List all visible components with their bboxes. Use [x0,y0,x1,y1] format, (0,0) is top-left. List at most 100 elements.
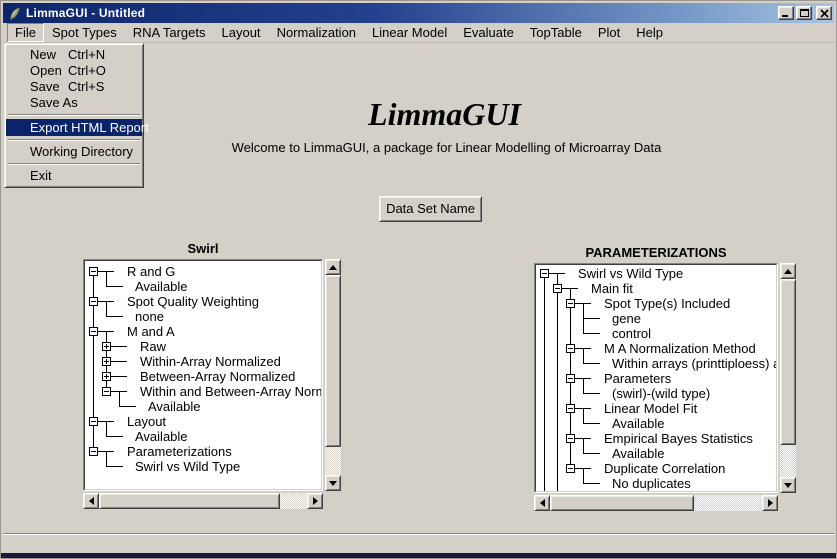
tree-node-label[interactable]: control [612,326,651,341]
tree-row[interactable]: Duplicate Correlation [536,461,777,476]
tree-row[interactable]: none [85,309,322,324]
tree-row[interactable]: Parameters [536,371,777,386]
collapse-box-icon[interactable] [540,269,549,278]
scroll-up-button[interactable] [325,259,341,275]
tree-row[interactable]: R and G [85,264,322,279]
tree-node-label[interactable]: Spot Quality Weighting [127,294,259,309]
tree-node-label[interactable]: R and G [127,264,175,279]
menu-toptable[interactable]: TopTable [522,23,590,42]
tree-row[interactable]: Empirical Bayes Statistics [536,431,777,446]
collapse-box-icon[interactable] [89,297,98,306]
tree-node-label[interactable]: M and A [127,324,175,339]
menu-normalization[interactable]: Normalization [269,23,364,42]
file-menu-item-save[interactable]: SaveCtrl+S [6,79,142,95]
tree-node-label[interactable]: Within-Array Normalized [140,354,281,369]
maximize-button[interactable] [796,6,812,20]
scroll-up-button[interactable] [780,263,796,279]
file-menu-item-exit[interactable]: Exit [6,168,142,184]
scrollbar-track[interactable] [325,275,341,475]
scroll-left-button[interactable] [534,495,550,511]
tree-row[interactable]: Layout [85,414,322,429]
tree-row[interactable]: Within arrays (printtiploess) a [536,356,777,371]
file-menu-item-working-directory[interactable]: Working Directory [6,144,142,160]
tree-row[interactable]: Within and Between-Array Norm [85,384,322,399]
swirl-vertical-scrollbar[interactable] [325,259,341,491]
expand-box-icon[interactable] [102,372,111,381]
menu-evaluate[interactable]: Evaluate [455,23,522,42]
tree-node-label[interactable]: Swirl vs Wild Type [135,459,240,474]
tree-row[interactable]: Parameterizations [85,444,322,459]
scroll-right-button[interactable] [307,493,323,509]
swirl-horizontal-scrollbar[interactable] [83,493,323,509]
tree-node-label[interactable]: No duplicates [612,476,691,491]
collapse-box-icon[interactable] [566,374,575,383]
tree-row[interactable]: Main fit [536,281,777,296]
tree-row[interactable]: M and A [85,324,322,339]
tree-node-label[interactable]: Raw [140,339,166,354]
tree-node-label[interactable]: gene [612,311,641,326]
tree-row[interactable]: Available [85,429,322,444]
tree-node-label[interactable]: none [135,309,164,324]
menu-spot-types[interactable]: Spot Types [44,23,125,42]
title-bar[interactable]: LimmaGUI - Untitled [3,3,834,23]
tree-node-label[interactable]: Within and Between-Array Norm [140,384,322,399]
collapse-box-icon[interactable] [553,284,562,293]
collapse-box-icon[interactable] [566,404,575,413]
tree-row[interactable]: control [536,326,777,341]
scrollbar-thumb[interactable] [550,495,694,511]
tree-row[interactable]: Spot Quality Weighting [85,294,322,309]
scrollbar-thumb[interactable] [780,279,796,445]
tree-row[interactable]: gene [536,311,777,326]
tree-row[interactable]: No duplicates [536,476,777,491]
scrollbar-track[interactable] [550,495,762,511]
scrollbar-thumb[interactable] [99,493,280,509]
file-menu-item-export-html-report[interactable]: Export HTML Report [6,119,142,136]
tree-node-label[interactable]: (swirl)-(wild type) [612,386,710,401]
collapse-box-icon[interactable] [566,344,575,353]
scroll-down-button[interactable] [780,477,796,493]
tree-node-label[interactable]: M A Normalization Method [604,341,756,356]
tree-row[interactable]: Available [85,399,322,414]
tree-node-label[interactable]: Available [148,399,201,414]
menu-linear-model[interactable]: Linear Model [364,23,455,42]
menu-file[interactable]: File [7,23,44,42]
collapse-box-icon[interactable] [566,299,575,308]
collapse-box-icon[interactable] [89,267,98,276]
scrollbar-track[interactable] [780,279,796,477]
menu-layout[interactable]: Layout [214,23,269,42]
tree-node-label[interactable]: Between-Array Normalized [140,369,295,384]
tree-row[interactable]: Raw [85,339,322,354]
scroll-left-button[interactable] [83,493,99,509]
tree-node-label[interactable]: Linear Model Fit [604,401,697,416]
file-menu-item-open[interactable]: OpenCtrl+O [6,63,142,79]
tree-node-label[interactable]: Main fit [591,281,633,296]
tree-row[interactable]: Within-Array Normalized [85,354,322,369]
tree-row[interactable]: Available [85,279,322,294]
parameterizations-tree[interactable]: Swirl vs Wild TypeMain fitSpot Type(s) I… [535,264,777,492]
minimize-button[interactable] [778,6,794,20]
tree-row[interactable]: M A Normalization Method [536,341,777,356]
tree-node-label[interactable]: Spot Type(s) Included [604,296,730,311]
file-menu-item-new[interactable]: NewCtrl+N [6,47,142,63]
collapse-box-icon[interactable] [566,464,575,473]
scrollbar-thumb[interactable] [325,275,341,447]
tree-node-label[interactable]: Layout [127,414,166,429]
tree-row[interactable]: Swirl vs Wild Type [536,266,777,281]
expand-box-icon[interactable] [102,342,111,351]
menu-rna-targets[interactable]: RNA Targets [125,23,214,42]
tree-node-label[interactable]: Parameterizations [127,444,232,459]
collapse-box-icon[interactable] [566,434,575,443]
scroll-down-button[interactable] [325,475,341,491]
file-menu-item-save-as[interactable]: Save As [6,95,142,111]
tree-node-label[interactable]: Available [612,446,665,461]
tree-node-label[interactable]: Available [135,429,188,444]
tree-node-label[interactable]: Parameters [604,371,671,386]
menu-plot[interactable]: Plot [590,23,628,42]
scrollbar-track[interactable] [99,493,307,509]
expand-box-icon[interactable] [102,357,111,366]
parameterizations-vertical-scrollbar[interactable] [780,263,796,493]
scroll-right-button[interactable] [762,495,778,511]
tree-row[interactable]: Available [536,446,777,461]
tree-node-label[interactable]: Available [135,279,188,294]
tree-node-label[interactable]: Empirical Bayes Statistics [604,431,753,446]
